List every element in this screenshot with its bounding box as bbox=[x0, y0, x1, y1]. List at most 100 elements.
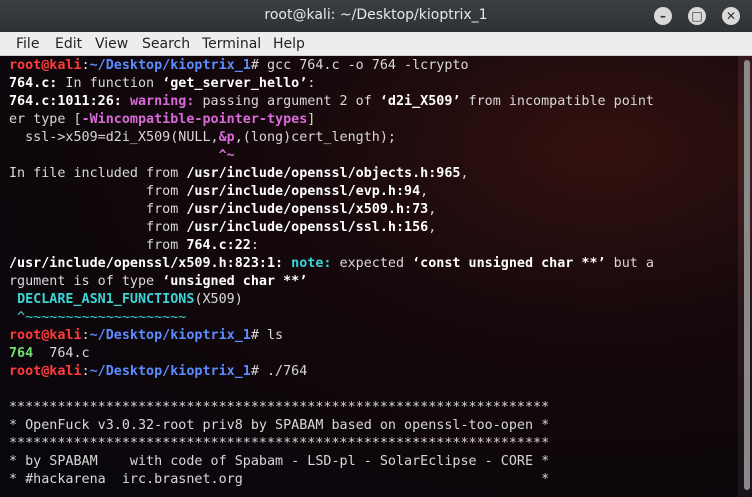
terminal-text: DECLARE_ASN1_FUNCTIONS bbox=[17, 292, 195, 307]
terminal-text: ~/Desktop/kioptrix_1 bbox=[89, 328, 251, 343]
terminal-text: /usr/include/openssl/objects.h:965 bbox=[186, 166, 461, 181]
terminal-text: In file included from bbox=[9, 166, 187, 181]
terminal-line: from /usr/include/openssl/evp.h:94, bbox=[9, 183, 428, 201]
close-button[interactable]: ✕ bbox=[722, 7, 740, 25]
terminal-text: ^~~~~~~~~~~~~~~~~~~~~ bbox=[9, 310, 187, 325]
terminal-text: /usr/include/openssl/x509.h:823:1: bbox=[9, 256, 284, 271]
terminal-text: from bbox=[9, 202, 187, 217]
terminal-text: er type [ bbox=[9, 112, 82, 127]
terminal-text: rgument is of type bbox=[9, 274, 163, 289]
terminal-text: /usr/include/openssl/x509.h:73 bbox=[186, 202, 429, 217]
terminal-line: from /usr/include/openssl/ssl.h:156, bbox=[9, 219, 436, 237]
terminal-text: * by SPABAM with code of Spabam - LSD-pl… bbox=[9, 454, 550, 469]
menu-search[interactable]: Search bbox=[142, 36, 190, 52]
terminal-line: 764 764.c bbox=[9, 345, 90, 363]
terminal-line: 764.c: In function ‘get_server_hello’: bbox=[9, 75, 315, 93]
terminal-text: ,(long)cert_length); bbox=[234, 130, 396, 145]
terminal-line: er type [-Wincompatible-pointer-types] bbox=[9, 111, 315, 129]
terminal-text: # gcc 764.c -o 764 -lcrypto bbox=[250, 58, 469, 73]
menu-view[interactable]: View bbox=[95, 36, 128, 52]
terminal-line: ****************************************… bbox=[9, 399, 549, 417]
terminal-line: * #hackarena irc.brasnet.org * bbox=[9, 471, 549, 489]
terminal-text: note: bbox=[291, 256, 332, 271]
terminal-text: : bbox=[250, 238, 259, 253]
terminal-text: ‘get_server_hello’ bbox=[162, 76, 308, 91]
terminal-text: * OpenFuck v3.0.32-root priv8 by SPABAM … bbox=[9, 418, 550, 433]
terminal-text: : bbox=[81, 328, 90, 343]
menu-bar: File Edit View Search Terminal Help bbox=[0, 32, 752, 56]
terminal-text: from incompatible point bbox=[460, 94, 654, 109]
maximize-button[interactable]: □ bbox=[688, 7, 706, 25]
terminal-text: root@kali bbox=[9, 328, 82, 343]
terminal-text: ‘unsigned char **’ bbox=[162, 274, 308, 289]
terminal-text: # ./764 bbox=[250, 364, 308, 379]
terminal-text: &p bbox=[218, 130, 235, 145]
menu-help[interactable]: Help bbox=[273, 36, 305, 52]
terminal-line: from 764.c:22: bbox=[9, 237, 259, 255]
terminal-text: ‘const unsigned char **’ bbox=[412, 256, 606, 271]
terminal-text: root@kali bbox=[9, 58, 82, 73]
terminal-text: * #hackarena irc.brasnet.org * bbox=[9, 472, 550, 487]
terminal-text: warning: bbox=[129, 94, 195, 109]
terminal-line: * OpenFuck v3.0.32-root priv8 by SPABAM … bbox=[9, 417, 549, 435]
terminal-text: 764.c: bbox=[9, 76, 58, 91]
terminal-line: ****************************************… bbox=[9, 435, 549, 453]
terminal-text: expected bbox=[331, 256, 413, 271]
terminal-text: ~/Desktop/kioptrix_1 bbox=[89, 364, 251, 379]
menu-file[interactable]: File bbox=[16, 36, 39, 52]
terminal-line: ^~ bbox=[9, 147, 235, 165]
terminal-text: ] bbox=[307, 112, 316, 127]
terminal-text: 764 bbox=[9, 346, 34, 361]
terminal-text: 764.c bbox=[33, 346, 90, 361]
terminal-line: 764.c:1011:26: warning: passing argument… bbox=[9, 93, 654, 111]
terminal-text: ****************************************… bbox=[9, 436, 550, 451]
terminal-text: ‘d2i_X509’ bbox=[379, 94, 461, 109]
terminal-line: rgument is of type ‘unsigned char **’ bbox=[9, 273, 307, 291]
title-bar: root@kali: ~/Desktop/kioptrix_1 – □ ✕ bbox=[0, 0, 752, 32]
terminal-text: 764.c:22 bbox=[186, 238, 251, 253]
terminal-text: /usr/include/openssl/evp.h:94 bbox=[186, 184, 421, 199]
terminal-line: ^~~~~~~~~~~~~~~~~~~~~ bbox=[9, 309, 186, 327]
terminal-text: (X509) bbox=[194, 292, 243, 307]
terminal-text: -Wincompatible-pointer-types bbox=[81, 112, 308, 127]
terminal-line: root@kali:~/Desktop/kioptrix_1# ls bbox=[9, 327, 283, 345]
terminal-line: ssl->x509=d2i_X509(NULL,&p,(long)cert_le… bbox=[9, 129, 396, 147]
terminal-text: , bbox=[420, 184, 429, 199]
terminal-text: : bbox=[81, 364, 90, 379]
terminal-text: 764.c:1011:26: bbox=[9, 94, 122, 109]
terminal-text: passing argument 2 of bbox=[194, 94, 380, 109]
menu-edit[interactable]: Edit bbox=[55, 36, 82, 52]
window-title: root@kali: ~/Desktop/kioptrix_1 bbox=[264, 7, 488, 23]
terminal-text: root@kali bbox=[9, 364, 82, 379]
terminal-line: root@kali:~/Desktop/kioptrix_1# gcc 764.… bbox=[9, 57, 469, 75]
terminal-text: , bbox=[428, 220, 437, 235]
terminal-text: ****************************************… bbox=[9, 400, 550, 415]
terminal-text: ssl->x509=d2i_X509(NULL, bbox=[9, 130, 219, 145]
terminal-text: from bbox=[9, 184, 187, 199]
terminal-text: In function bbox=[57, 76, 163, 91]
terminal-text: but a bbox=[605, 256, 654, 271]
terminal-text: , bbox=[428, 202, 437, 217]
terminal-text: # ls bbox=[250, 328, 284, 343]
terminal-text: /usr/include/openssl/ssl.h:156 bbox=[186, 220, 429, 235]
scrollbar-thumb[interactable] bbox=[744, 60, 750, 490]
terminal-line: from /usr/include/openssl/x509.h:73, bbox=[9, 201, 436, 219]
terminal-text: , bbox=[460, 166, 469, 181]
terminal-output[interactable]: root@kali:~/Desktop/kioptrix_1# gcc 764.… bbox=[0, 56, 738, 497]
terminal-text: : bbox=[81, 58, 90, 73]
terminal-text: from bbox=[9, 220, 187, 235]
terminal-line: /usr/include/openssl/x509.h:823:1: note:… bbox=[9, 255, 654, 273]
terminal-line: In file included from /usr/include/opens… bbox=[9, 165, 469, 183]
terminal-text: from bbox=[9, 238, 187, 253]
terminal-text: ^~ bbox=[9, 148, 235, 163]
terminal-line: DECLARE_ASN1_FUNCTIONS(X509) bbox=[9, 291, 243, 309]
terminal-text: ~/Desktop/kioptrix_1 bbox=[89, 58, 251, 73]
minimize-button[interactable]: – bbox=[654, 7, 672, 25]
menu-terminal[interactable]: Terminal bbox=[202, 36, 261, 52]
terminal-line: root@kali:~/Desktop/kioptrix_1# ./764 bbox=[9, 363, 307, 381]
terminal-line: * by SPABAM with code of Spabam - LSD-pl… bbox=[9, 453, 549, 471]
terminal-text: : bbox=[307, 76, 316, 91]
